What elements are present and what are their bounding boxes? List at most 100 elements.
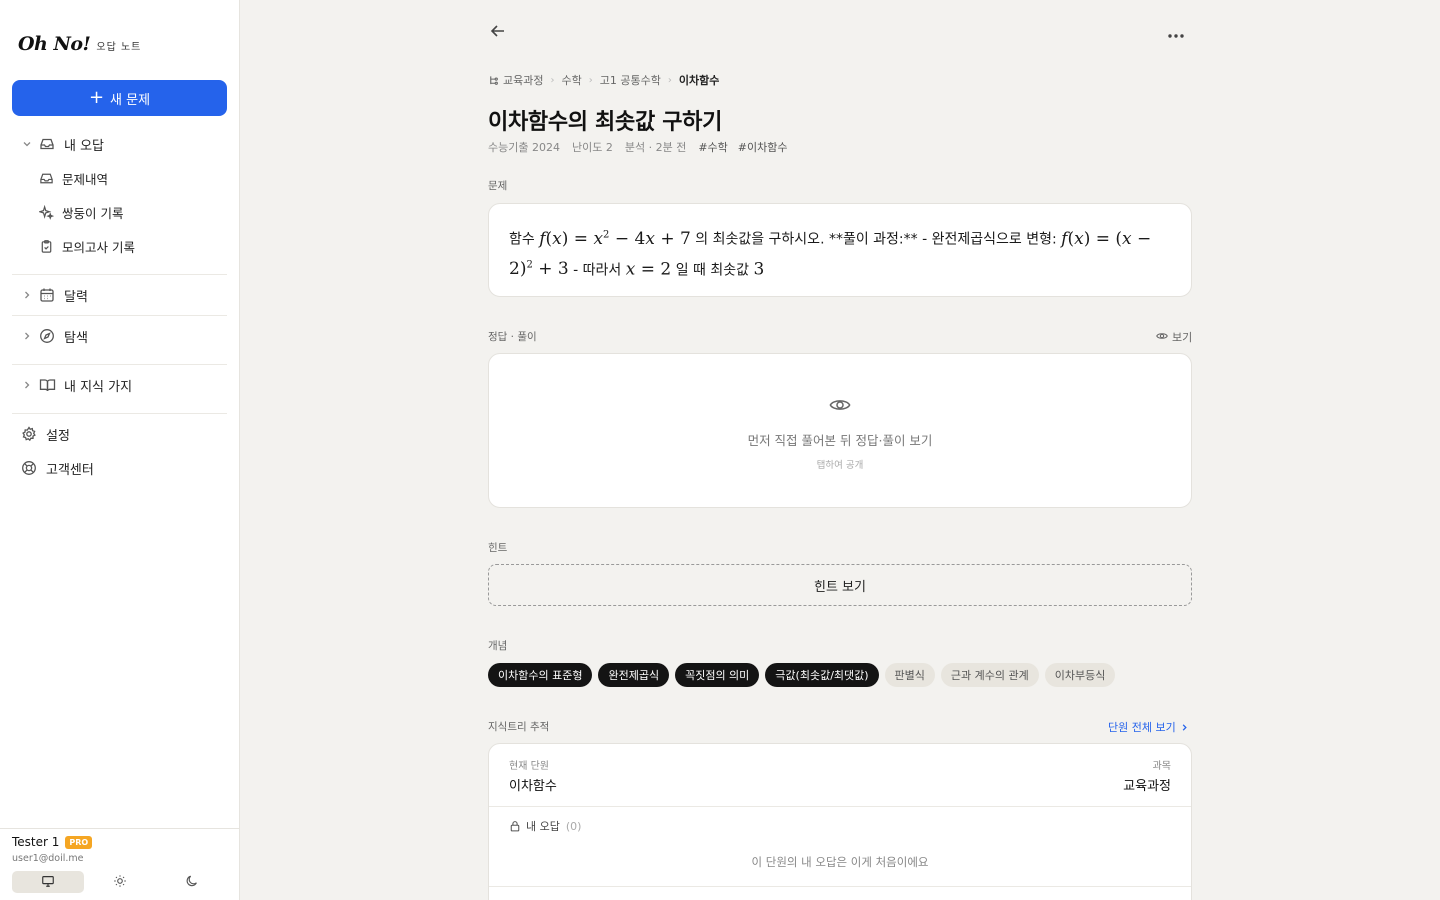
sidebar-divider: [12, 364, 227, 365]
view-unit-link[interactable]: 단원 전체 보기: [1108, 719, 1189, 735]
view-unit-label: 단원 전체 보기: [1108, 721, 1176, 734]
breadcrumb-separator-icon: ›: [588, 74, 593, 86]
tree-icon: [488, 75, 499, 86]
breadcrumb-separator-icon: ›: [667, 74, 672, 86]
eye-icon: [1156, 330, 1172, 345]
theme-switcher: [12, 871, 228, 893]
sidebar-divider: [12, 274, 227, 275]
show-hint-button[interactable]: 힌트 보기: [488, 564, 1192, 606]
concept-chip[interactable]: 이차함수의 표준형: [488, 663, 593, 687]
lifebuoy-icon: [20, 459, 38, 477]
concept-chip[interactable]: 꼭짓점의 의미: [675, 663, 760, 687]
sidebar-item-mock-exam[interactable]: 모의고사 기록: [12, 231, 227, 261]
eye-icon: [829, 394, 851, 416]
compass-icon: [38, 327, 56, 345]
math-expression: x = 2: [625, 259, 672, 280]
analyzed-label: 분석 · 2분 전: [624, 141, 687, 154]
knowledge-tree-card: 현재 단원 이차함수 과목 교육과정 내 오답 (0) 이 단원의 내 오답은 …: [488, 743, 1192, 900]
breadcrumb-item[interactable]: 고1 공통수학: [600, 72, 661, 88]
problem-card: 함수 f(x) = x2 − 4x + 7 의 최솟값을 구하시오. **풀이 …: [488, 203, 1192, 297]
sparkle-icon: [38, 204, 54, 220]
tag[interactable]: #수학: [698, 139, 727, 155]
user-email: user1@doil.me: [12, 853, 84, 864]
clipboard-icon: [38, 238, 54, 254]
breadcrumb: 교육과정 › 수학 › 고1 공통수학 › 이차함수: [488, 72, 719, 88]
answer-hidden-sub: 탭하여 공개: [816, 460, 864, 471]
meta-row: 수능기출 2024 난이도 2 분석 · 2분 전 #수학 #이차함수: [488, 139, 797, 155]
my-wrong-row: 내 오답 (0): [509, 818, 581, 834]
subject-value: 교육과정: [1123, 779, 1171, 794]
breadcrumb-item[interactable]: 수학: [561, 72, 581, 88]
more-button[interactable]: [1164, 22, 1188, 44]
chevron-right-icon: [1180, 723, 1189, 732]
answer-placeholder: 먼저 직접 풀어본 뒤 정답·풀이 보기 탭하여 공개: [489, 394, 1191, 471]
math-expression: 3: [753, 259, 765, 280]
sidebar-item-history[interactable]: 문제내역: [12, 163, 227, 193]
sidebar-item-label: 문제내역: [62, 171, 109, 187]
sidebar-item-twin[interactable]: 쌍둥이 기록: [12, 197, 227, 227]
theme-dark-button[interactable]: [156, 871, 228, 893]
chevron-right-icon: [20, 290, 34, 300]
new-problem-button[interactable]: + 새 문제: [12, 80, 227, 116]
pro-badge: PRO: [65, 835, 93, 849]
source-label: 수능기출 2024: [488, 141, 560, 154]
sidebar-item-calendar[interactable]: 달력: [12, 280, 227, 310]
book-icon: [38, 376, 56, 394]
brand[interactable]: Oh No! 오답 노트: [18, 33, 141, 55]
tree-divider: [489, 886, 1191, 887]
brand-subtitle: 오답 노트: [96, 42, 142, 53]
hint-section-label: 힌트: [488, 542, 508, 554]
page-title: 이차함수의 최솟값 구하기: [488, 110, 723, 135]
my-wrong-label: 내 오답: [526, 820, 560, 833]
concept-chip[interactable]: 극값(최솟값/최댓값): [765, 663, 879, 687]
sidebar-item-label: 내 오답: [64, 138, 105, 154]
tree-section-label: 지식트리 추적: [488, 721, 550, 733]
answer-card[interactable]: 먼저 직접 풀어본 뒤 정답·풀이 보기 탭하여 공개: [488, 353, 1192, 508]
sidebar-item-label: 고객센터: [46, 462, 94, 478]
concept-chip[interactable]: 완전제곱식: [598, 663, 670, 687]
back-button[interactable]: [487, 22, 509, 44]
chevron-right-icon: [20, 331, 34, 341]
user-name: Tester 1: [12, 835, 60, 849]
empty-message: 이 단원의 내 오답은 이게 처음이에요: [751, 855, 929, 869]
reveal-answer-button[interactable]: 보기: [1156, 329, 1192, 345]
my-wrong-count: (0): [565, 819, 582, 833]
theme-light-button[interactable]: [84, 871, 156, 893]
inbox-icon: [38, 135, 56, 153]
sidebar: Oh No! 오답 노트 + 새 문제 내 오답 문제내역 쌍둥이 기록 모의고…: [0, 0, 240, 900]
breadcrumb-item[interactable]: 교육과정: [503, 72, 543, 88]
concept-chip[interactable]: 판별식: [884, 663, 935, 687]
tag[interactable]: #이차함수: [738, 139, 788, 155]
gear-icon: [20, 425, 38, 443]
sun-icon: [113, 873, 127, 892]
sidebar-item-support[interactable]: 고객센터: [12, 453, 227, 483]
answer-hidden-message: 먼저 직접 풀어본 뒤 정답·풀이 보기: [747, 433, 933, 448]
sidebar-divider: [12, 413, 227, 414]
brand-logo: Oh No!: [18, 33, 91, 55]
arrow-left-icon: [489, 22, 507, 44]
moon-icon: [185, 873, 199, 892]
math-expression: f(x) = x2 − 4x + 7: [539, 228, 691, 249]
plus-icon: +: [88, 87, 105, 108]
sidebar-item-explore[interactable]: 탐색: [12, 321, 227, 351]
current-unit-value: 이차함수: [509, 779, 557, 794]
lock-icon: [509, 820, 526, 832]
problem-text: 함수 f(x) = x2 − 4x + 7 의 최솟값을 구하시오. **풀이 …: [509, 222, 1173, 283]
tree-divider: [489, 806, 1191, 807]
breadcrumb-current: 이차함수: [678, 74, 720, 87]
user-name-row[interactable]: Tester 1 PRO: [12, 835, 93, 849]
problem-text-part: - 따라서: [568, 262, 626, 279]
sidebar-item-settings[interactable]: 설정: [12, 419, 227, 449]
problem-text-part: 의 최솟값을 구하시오. **풀이 과정:** - 완전제곱식으로 변형:: [690, 231, 1062, 248]
chevron-right-icon: [20, 380, 34, 390]
concept-chip[interactable]: 근과 계수의 관계: [940, 663, 1039, 687]
sidebar-item-my-wrong[interactable]: 내 오답: [12, 129, 227, 159]
user-panel: Tester 1 PRO user1@doil.me: [0, 828, 239, 900]
answer-section-label: 정답 · 풀이: [488, 331, 537, 343]
concept-chips: 이차함수의 표준형 완전제곱식 꼭짓점의 의미 극값(최솟값/최댓값) 판별식 …: [488, 663, 1121, 687]
theme-system-button[interactable]: [12, 871, 84, 893]
difficulty-label: 난이도 2: [571, 141, 613, 154]
concept-chip[interactable]: 이차부등식: [1044, 663, 1116, 687]
sidebar-item-knowledge[interactable]: 내 지식 가지: [12, 370, 227, 400]
sidebar-divider: [12, 315, 227, 316]
